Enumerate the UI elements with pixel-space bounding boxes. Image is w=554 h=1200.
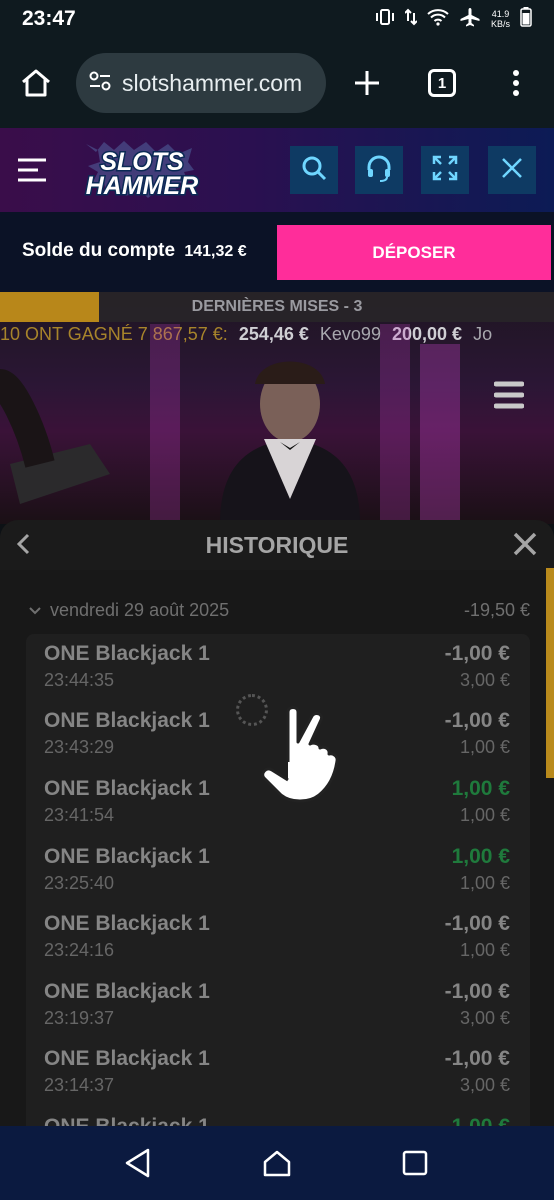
row-result: -1,00 € [444, 709, 510, 732]
latest-bets-label: DERNIÈRES MISES - 3 [191, 298, 363, 315]
day-date: vendredi 29 août 2025 [50, 600, 230, 620]
history-title: HISTORIQUE [205, 532, 349, 558]
site-settings-icon[interactable] [88, 70, 112, 97]
day-total: -19,50 € [463, 600, 530, 620]
url-text: slotshammer.com [122, 69, 303, 96]
account-balance: Solde du compte 141,32 € [22, 240, 247, 262]
url-bar[interactable]: slotshammer.com [76, 53, 326, 113]
row-result: -1,00 € [444, 912, 510, 935]
list-item[interactable]: ONE Blackjack 1 23:19:37 -1,00 € 3,00 € [26, 972, 530, 1040]
row-game: ONE Blackjack 1 [44, 912, 210, 935]
row-game: ONE Blackjack 1 [44, 1047, 210, 1070]
live-game-view[interactable]: DERNIÈRES MISES - 3 10 ONT GAGNÉ 7 867,5… [0, 292, 554, 524]
day-group-header[interactable]: vendredi 29 août 2025 -19,50 € [26, 600, 530, 624]
row-stake: 1,00 € [459, 873, 510, 893]
row-stake: 3,00 € [459, 1008, 510, 1028]
deposit-button[interactable]: DÉPOSER [277, 225, 551, 280]
row-game: ONE Blackjack 1 [44, 709, 210, 732]
net-speed: 41.9 KB/s [491, 9, 510, 29]
net-speed-unit: KB/s [490, 19, 510, 29]
battery-icon [520, 6, 532, 32]
list-item[interactable]: ONE Blackjack 1 23:44:35 -1,00 € 3,00 € [26, 634, 530, 702]
fullscreen-button[interactable] [421, 146, 469, 194]
hamburger-icon[interactable] [18, 158, 46, 187]
recents-square-icon[interactable] [398, 1146, 432, 1180]
row-result: -1,00 € [444, 1047, 510, 1070]
new-tab-icon[interactable] [353, 69, 381, 102]
screen: 23:47 41.9 KB/s slotshammer.com 1 SLOTS … [0, 0, 554, 1200]
headset-icon [366, 154, 392, 187]
chevron-down-icon [28, 602, 42, 623]
latest-bets-bar: DERNIÈRES MISES - 3 [0, 292, 554, 322]
data-arrows-icon [404, 8, 418, 31]
row-stake: 1,00 € [459, 737, 510, 757]
history-panel: HISTORIQUE vendredi 29 août 2025 -19,50 … [0, 520, 554, 1130]
row-stake: 1,00 € [459, 940, 510, 960]
airplane-icon [459, 7, 481, 32]
row-result: 1,00 € [451, 845, 510, 868]
close-icon [501, 157, 523, 184]
search-button[interactable] [290, 146, 338, 194]
row-time: 23:14:37 [44, 1075, 115, 1095]
menu-kebab-icon[interactable] [511, 69, 521, 102]
logo[interactable]: SLOTS HAMMER [66, 140, 218, 202]
tabs-icon[interactable]: 1 [428, 69, 456, 97]
row-game: ONE Blackjack 1 [44, 777, 210, 800]
scrollbar[interactable] [546, 568, 554, 778]
row-stake: 3,00 € [459, 1075, 510, 1095]
account-bar: Solde du compte 141,32 € DÉPOSER [0, 212, 554, 292]
net-speed-value: 41.9 [491, 9, 510, 19]
close-site-button[interactable] [488, 146, 536, 194]
history-header: HISTORIQUE [0, 520, 554, 570]
list-item[interactable]: ONE Blackjack 1 23:14:37 -1,00 € 3,00 € [26, 1039, 530, 1107]
row-time: 23:25:40 [44, 873, 115, 893]
row-time: 23:24:16 [44, 940, 115, 960]
list-item[interactable]: ONE Blackjack 1 23:25:40 1,00 € 1,00 € [26, 837, 530, 905]
balance-label: Solde du compte [22, 240, 176, 261]
dealer-scene [0, 324, 460, 524]
vibrate-icon [375, 8, 395, 31]
home-icon[interactable] [20, 68, 52, 103]
system-nav-bar [0, 1126, 554, 1200]
row-time: 23:41:54 [44, 805, 115, 825]
logo-line2: HAMMER [86, 172, 199, 200]
wifi-icon [427, 8, 449, 31]
balance-value: 141,32 € [184, 243, 247, 260]
search-icon [301, 155, 327, 186]
fullscreen-icon [432, 155, 458, 186]
tab-count: 1 [437, 74, 447, 92]
row-result: -1,00 € [444, 980, 510, 1003]
row-stake: 1,00 € [459, 805, 510, 825]
row-time: 23:19:37 [44, 1008, 115, 1028]
status-icons: 41.9 KB/s [375, 6, 532, 32]
status-bar: 23:47 41.9 KB/s [0, 0, 554, 38]
site-header: SLOTS HAMMER [0, 128, 554, 212]
close-icon[interactable] [512, 531, 538, 562]
row-stake: 3,00 € [459, 670, 510, 690]
support-button[interactable] [355, 146, 403, 194]
row-game: ONE Blackjack 1 [44, 845, 210, 868]
status-time: 23:47 [22, 7, 76, 30]
row-time: 23:43:29 [44, 737, 115, 757]
list-item[interactable]: ONE Blackjack 1 23:24:16 -1,00 € 1,00 € [26, 904, 530, 972]
row-time: 23:44:35 [44, 670, 115, 690]
back-triangle-icon[interactable] [120, 1146, 154, 1180]
home-icon[interactable] [260, 1146, 294, 1180]
row-game: ONE Blackjack 1 [44, 980, 210, 1003]
row-result: 1,00 € [451, 777, 510, 800]
game-menu-icon[interactable] [493, 380, 525, 415]
row-result: -1,00 € [444, 642, 510, 665]
row-game: ONE Blackjack 1 [44, 642, 210, 665]
browser-toolbar: slotshammer.com 1 [0, 38, 554, 128]
swipe-hand-icon [252, 700, 348, 809]
